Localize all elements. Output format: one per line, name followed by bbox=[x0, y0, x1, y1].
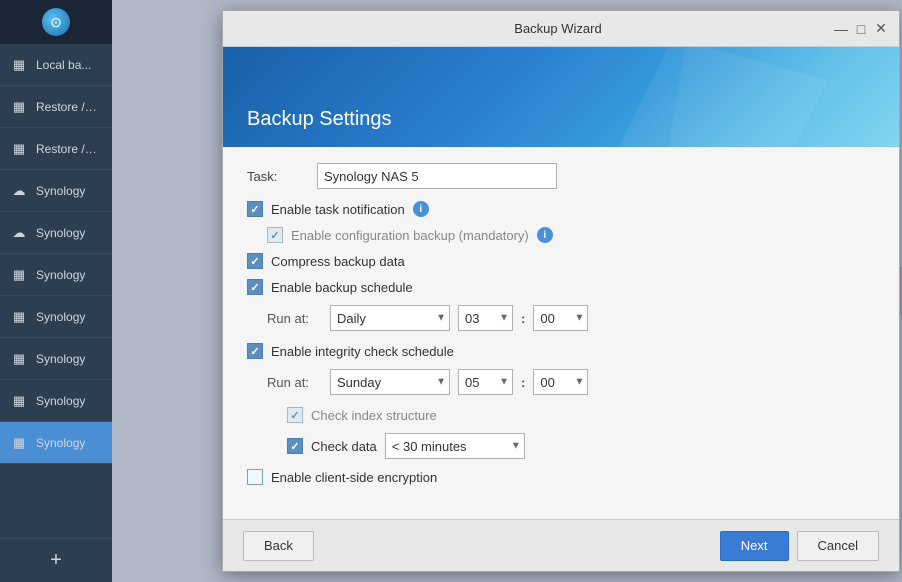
integrity-colon: : bbox=[521, 375, 525, 390]
check-data-duration-select[interactable]: < 30 minutes < 1 hour < 2 hours Unlimite… bbox=[385, 433, 525, 459]
compress-backup-label: Compress backup data bbox=[271, 254, 405, 269]
enable-config-backup-label: Enable configuration backup (mandatory) bbox=[291, 228, 529, 243]
footer-right: Next Cancel bbox=[720, 531, 879, 561]
sidebar-item-local-backup[interactable]: ▦ Local ba... bbox=[0, 44, 112, 86]
enable-config-backup-row: Enable configuration backup (mandatory) … bbox=[267, 227, 875, 243]
sidebar-item-synology-4[interactable]: ▦ Synology bbox=[0, 296, 112, 338]
restore-local-2-icon: ▦ bbox=[10, 140, 28, 158]
enable-config-backup-checkbox bbox=[267, 227, 283, 243]
backup-minute-wrap: 00 ▼ bbox=[533, 305, 588, 331]
check-data-duration-wrap: < 30 minutes < 1 hour < 2 hours Unlimite… bbox=[385, 433, 525, 459]
task-notification-info-icon[interactable]: i bbox=[413, 201, 429, 217]
backup-wizard-dialog: Backup Wizard — □ ✕ Backup Settings Task… bbox=[222, 10, 900, 572]
sidebar-item-restore-local-2[interactable]: ▦ Restore /ocal 2 bbox=[0, 128, 112, 170]
check-data-checkbox[interactable] bbox=[287, 438, 303, 454]
sidebar-item-restore-local[interactable]: ▦ Restore /ocal bbox=[0, 86, 112, 128]
titlebar-controls: — □ ✕ bbox=[833, 21, 889, 37]
synology-4-icon: ▦ bbox=[10, 308, 28, 326]
backup-schedule-run-at-row: Run at: Daily Weekly Monthly ▼ 03 ▼ : bbox=[267, 305, 875, 331]
task-row: Task: bbox=[247, 163, 875, 189]
backup-colon: : bbox=[521, 311, 525, 326]
sidebar-item-synology-7[interactable]: ▦ Synology bbox=[0, 422, 112, 464]
integrity-hour-wrap: 05 ▼ bbox=[458, 369, 513, 395]
wizard-header: Backup Settings bbox=[223, 47, 899, 147]
compress-backup-checkbox[interactable] bbox=[247, 253, 263, 269]
integrity-minute-wrap: 00 ▼ bbox=[533, 369, 588, 395]
add-button[interactable]: + bbox=[0, 538, 112, 582]
sidebar: ⊙ ▦ Local ba... ▦ Restore /ocal ▦ Restor… bbox=[0, 0, 112, 582]
check-index-structure-label: Check index structure bbox=[311, 408, 437, 423]
next-button[interactable]: Next bbox=[720, 531, 789, 561]
check-index-structure-checkbox bbox=[287, 407, 303, 423]
check-data-row: Check data < 30 minutes < 1 hour < 2 hou… bbox=[287, 433, 875, 459]
integrity-day-select[interactable]: Sunday Monday Tuesday Wednesday Thursday… bbox=[330, 369, 450, 395]
app-icon: ⊙ bbox=[42, 8, 70, 36]
backup-hour-select[interactable]: 03 bbox=[458, 305, 513, 331]
enable-integrity-check-row: Enable integrity check schedule bbox=[247, 343, 875, 359]
close-button[interactable]: ✕ bbox=[873, 21, 889, 37]
task-label: Task: bbox=[247, 169, 307, 184]
cancel-button[interactable]: Cancel bbox=[797, 531, 879, 561]
synology-2-icon: ☁ bbox=[10, 224, 28, 242]
enable-task-notification-row: Enable task notification i bbox=[247, 201, 875, 217]
synology-7-icon: ▦ bbox=[10, 434, 28, 452]
sidebar-item-synology-3[interactable]: ▦ Synology bbox=[0, 254, 112, 296]
back-button[interactable]: Back bbox=[243, 531, 314, 561]
backup-frequency-wrap: Daily Weekly Monthly ▼ bbox=[330, 305, 450, 331]
enable-client-encryption-label: Enable client-side encryption bbox=[271, 470, 437, 485]
local-backup-icon: ▦ bbox=[10, 56, 28, 74]
wizard-header-title: Backup Settings bbox=[247, 108, 392, 131]
enable-integrity-check-checkbox[interactable] bbox=[247, 343, 263, 359]
synology-3-icon: ▦ bbox=[10, 266, 28, 284]
sidebar-item-synology-1[interactable]: ☁ Synology bbox=[0, 170, 112, 212]
main-area: 🔒 scheduled ... Backup Wizard — □ ✕ Back bbox=[112, 0, 902, 582]
integrity-minute-select[interactable]: 00 bbox=[533, 369, 588, 395]
backup-hour-wrap: 03 ▼ bbox=[458, 305, 513, 331]
backup-frequency-select[interactable]: Daily Weekly Monthly bbox=[330, 305, 450, 331]
wizard-title: Backup Wizard bbox=[283, 21, 833, 36]
integrity-hour-select[interactable]: 05 bbox=[458, 369, 513, 395]
integrity-schedule-run-at-row: Run at: Sunday Monday Tuesday Wednesday … bbox=[267, 369, 875, 395]
config-backup-info-icon[interactable]: i bbox=[537, 227, 553, 243]
task-input[interactable] bbox=[317, 163, 557, 189]
wizard-footer: Back Next Cancel bbox=[223, 519, 899, 571]
check-data-label: Check data bbox=[311, 439, 377, 454]
sidebar-item-synology-6[interactable]: ▦ Synology bbox=[0, 380, 112, 422]
synology-6-icon: ▦ bbox=[10, 392, 28, 410]
footer-left: Back bbox=[243, 531, 314, 561]
integrity-run-at-label: Run at: bbox=[267, 375, 322, 390]
synology-1-icon: ☁ bbox=[10, 182, 28, 200]
wizard-body: Task: Enable task notification i Enable … bbox=[223, 147, 899, 519]
sidebar-header: ⊙ bbox=[0, 0, 112, 44]
maximize-button[interactable]: □ bbox=[853, 21, 869, 37]
enable-task-notification-label: Enable task notification bbox=[271, 202, 405, 217]
enable-client-encryption-row: Enable client-side encryption bbox=[247, 469, 875, 485]
minimize-button[interactable]: — bbox=[833, 21, 849, 37]
compress-backup-row: Compress backup data bbox=[247, 253, 875, 269]
backup-minute-select[interactable]: 00 bbox=[533, 305, 588, 331]
restore-local-icon: ▦ bbox=[10, 98, 28, 116]
backup-run-at-label: Run at: bbox=[267, 311, 322, 326]
sidebar-item-synology-5[interactable]: ▦ Synology bbox=[0, 338, 112, 380]
synology-5-icon: ▦ bbox=[10, 350, 28, 368]
enable-backup-schedule-row: Enable backup schedule bbox=[247, 279, 875, 295]
enable-client-encryption-checkbox[interactable] bbox=[247, 469, 263, 485]
enable-backup-schedule-label: Enable backup schedule bbox=[271, 280, 413, 295]
integrity-day-wrap: Sunday Monday Tuesday Wednesday Thursday… bbox=[330, 369, 450, 395]
enable-task-notification-checkbox[interactable] bbox=[247, 201, 263, 217]
enable-backup-schedule-checkbox[interactable] bbox=[247, 279, 263, 295]
sidebar-item-synology-2[interactable]: ☁ Synology bbox=[0, 212, 112, 254]
wizard-titlebar: Backup Wizard — □ ✕ bbox=[223, 11, 899, 47]
check-index-structure-row: Check index structure bbox=[287, 407, 875, 423]
enable-integrity-check-label: Enable integrity check schedule bbox=[271, 344, 454, 359]
